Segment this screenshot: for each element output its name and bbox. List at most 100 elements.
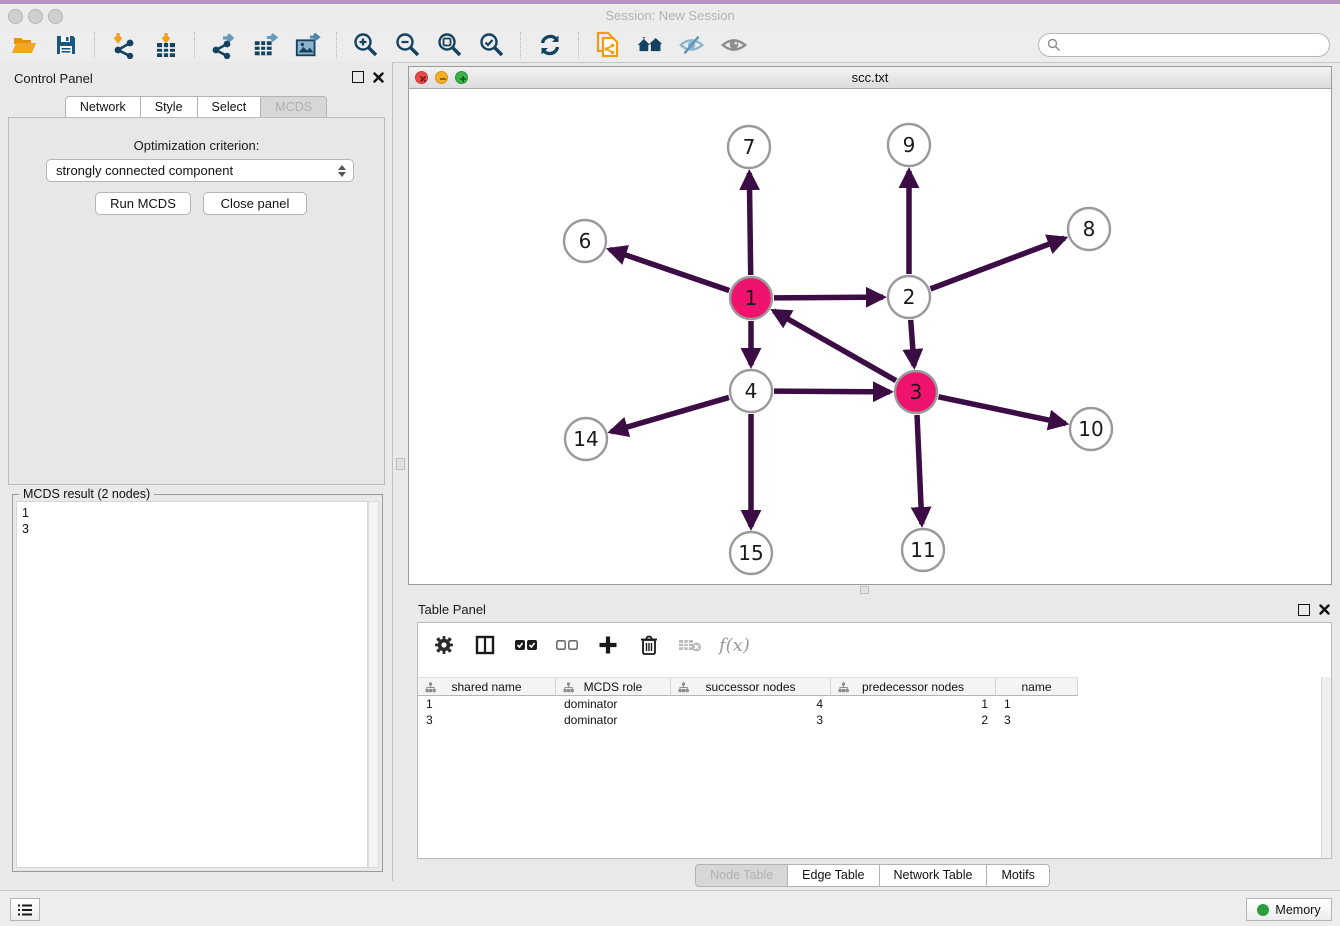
graph-node-4[interactable]: 4 xyxy=(730,370,772,412)
add-column-icon[interactable] xyxy=(596,633,620,657)
import-table-icon[interactable] xyxy=(152,31,180,59)
tab-select[interactable]: Select xyxy=(198,96,262,119)
export-table-icon[interactable] xyxy=(252,31,280,59)
zoom-fit-icon[interactable] xyxy=(436,31,464,59)
column-header-successor-nodes[interactable]: successor nodes xyxy=(671,677,831,696)
open-file-icon[interactable] xyxy=(10,31,38,59)
table-cell[interactable]: 4 xyxy=(671,696,831,712)
control-panel-tabs: Network Style Select MCDS xyxy=(0,96,392,119)
svg-text:9: 9 xyxy=(903,133,916,157)
table-settings-icon[interactable] xyxy=(432,633,456,657)
network-close-button[interactable] xyxy=(415,71,428,84)
show-all-icon[interactable] xyxy=(636,31,664,59)
graph-node-14[interactable]: 14 xyxy=(565,418,607,460)
export-network-icon[interactable] xyxy=(210,31,238,59)
network-graph[interactable]: 7 9 6 8 1 2 4 3 14 10 15 11 xyxy=(409,89,1331,584)
function-builder-icon[interactable]: f(x) xyxy=(719,635,750,656)
refresh-icon[interactable] xyxy=(536,31,564,59)
table-vertical-scrollbar[interactable] xyxy=(1321,677,1331,858)
delete-column-icon[interactable] xyxy=(637,633,661,657)
graph-node-8[interactable]: 8 xyxy=(1068,208,1110,250)
duplicate-network-icon[interactable] xyxy=(594,31,622,59)
zoom-selected-icon[interactable] xyxy=(478,31,506,59)
import-network-icon[interactable] xyxy=(110,31,138,59)
graph-edge-3-10[interactable] xyxy=(939,397,1066,424)
column-header-shared-name[interactable]: shared name xyxy=(418,677,556,696)
show-eye-icon[interactable] xyxy=(720,31,748,59)
mcds-result-text[interactable]: 1 3 xyxy=(16,501,368,868)
column-header-predecessor-nodes[interactable]: predecessor nodes xyxy=(831,677,996,696)
close-table-panel-icon[interactable] xyxy=(1319,604,1330,615)
criterion-dropdown[interactable]: strongly connected component xyxy=(46,159,354,182)
hide-selected-icon[interactable] xyxy=(678,31,706,59)
graph-node-6[interactable]: 6 xyxy=(564,220,606,262)
graph-node-1[interactable]: 1 xyxy=(730,277,772,319)
close-panel-icon[interactable] xyxy=(373,72,384,83)
float-panel-icon[interactable] xyxy=(352,71,364,83)
window-titlebar[interactable]: Session: New Session xyxy=(0,4,1340,28)
application-window: Session: New Session xyxy=(0,0,1340,926)
column-header-label: predecessor nodes xyxy=(862,680,964,694)
graph-node-2[interactable]: 2 xyxy=(888,276,930,318)
table-row[interactable]: 1dominator411 xyxy=(418,696,1331,712)
graph-edge-3-11[interactable] xyxy=(917,415,922,524)
graph-node-10[interactable]: 10 xyxy=(1070,408,1112,450)
table-cell[interactable]: dominator xyxy=(556,712,671,728)
panel-divider-handle[interactable] xyxy=(396,458,405,470)
tab-edge-table[interactable]: Edge Table xyxy=(788,864,879,887)
select-all-checks-icon[interactable] xyxy=(514,633,538,657)
table-cell[interactable]: 1 xyxy=(831,696,996,712)
delete-table-icon[interactable] xyxy=(678,633,702,657)
tab-mcds[interactable]: MCDS xyxy=(261,96,327,119)
column-header-name[interactable]: name xyxy=(996,677,1078,696)
graph-node-3[interactable]: 3 xyxy=(895,371,937,413)
deselect-all-checks-icon[interactable] xyxy=(555,633,579,657)
network-minimize-button[interactable] xyxy=(435,71,448,84)
table-row[interactable]: 3dominator323 xyxy=(418,712,1331,728)
table-cell[interactable]: 1 xyxy=(418,696,556,712)
split-columns-icon[interactable] xyxy=(473,633,497,657)
svg-text:11: 11 xyxy=(910,538,935,562)
graph-node-9[interactable]: 9 xyxy=(888,124,930,166)
task-history-button[interactable] xyxy=(10,898,40,921)
export-image-icon[interactable] xyxy=(294,31,322,59)
graph-edge-1-7[interactable] xyxy=(749,173,750,275)
graph-edge-3-1[interactable] xyxy=(774,311,896,381)
table-cell[interactable]: 3 xyxy=(418,712,556,728)
graph-edge-4-3[interactable] xyxy=(774,391,890,392)
tab-network-table[interactable]: Network Table xyxy=(880,864,988,887)
search-input[interactable] xyxy=(1065,37,1319,53)
search-field[interactable] xyxy=(1038,33,1330,57)
graph-edge-1-6[interactable] xyxy=(610,249,730,290)
tab-network[interactable]: Network xyxy=(65,96,141,119)
graph-edge-4-14[interactable] xyxy=(611,397,729,431)
graph-node-15[interactable]: 15 xyxy=(730,532,772,574)
network-maximize-button[interactable] xyxy=(455,71,468,84)
memory-button[interactable]: Memory xyxy=(1246,898,1332,921)
zoom-out-icon[interactable] xyxy=(394,31,422,59)
run-mcds-button[interactable]: Run MCDS xyxy=(95,192,191,215)
horizontal-divider-handle[interactable] xyxy=(860,586,869,594)
table-cell[interactable]: 3 xyxy=(996,712,1078,728)
tab-style[interactable]: Style xyxy=(141,96,198,119)
graph-edge-1-2[interactable] xyxy=(774,297,883,298)
float-table-panel-icon[interactable] xyxy=(1298,603,1310,621)
save-session-icon[interactable] xyxy=(52,31,80,59)
network-window-titlebar[interactable]: scc.txt xyxy=(409,67,1331,89)
table-cell[interactable]: 3 xyxy=(671,712,831,728)
tab-node-table[interactable]: Node Table xyxy=(695,864,788,887)
table-cell[interactable]: 1 xyxy=(996,696,1078,712)
zoom-in-icon[interactable] xyxy=(352,31,380,59)
svg-text:8: 8 xyxy=(1083,217,1096,241)
result-scrollbar[interactable] xyxy=(368,501,379,868)
graph-edge-2-3[interactable] xyxy=(911,320,914,366)
tab-motifs[interactable]: Motifs xyxy=(987,864,1049,887)
table-cell[interactable]: dominator xyxy=(556,696,671,712)
table-cell[interactable]: 2 xyxy=(831,712,996,728)
graph-node-11[interactable]: 11 xyxy=(902,529,944,571)
graph-edge-2-8[interactable] xyxy=(931,238,1065,289)
column-header-label: name xyxy=(1021,680,1051,694)
graph-node-7[interactable]: 7 xyxy=(728,126,770,168)
column-header-MCDS-role[interactable]: MCDS role xyxy=(556,677,671,696)
close-panel-button[interactable]: Close panel xyxy=(203,192,307,215)
